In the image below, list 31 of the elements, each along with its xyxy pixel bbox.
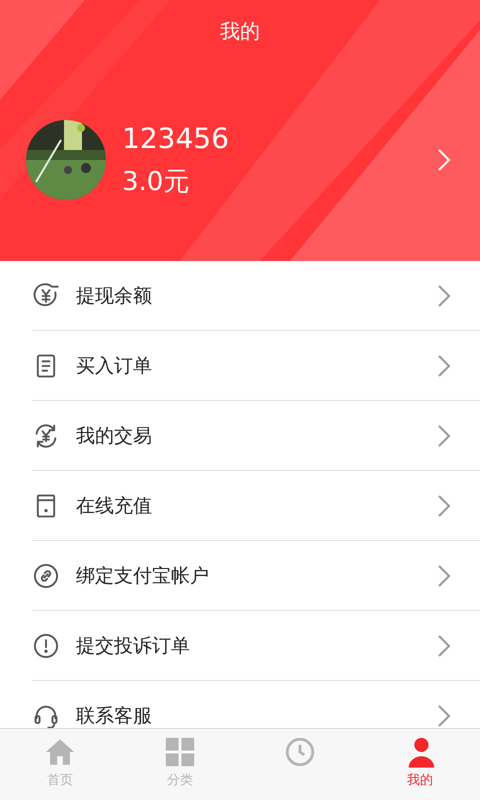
chevron-right-icon <box>436 703 452 728</box>
chevron-right-icon <box>436 493 452 519</box>
chevron-right-icon <box>436 147 452 173</box>
chevron-right-icon <box>436 423 452 449</box>
menu-item[interactable]: 我的交易 <box>0 401 480 471</box>
profile-row[interactable]: 123456 3.0元 <box>0 120 480 200</box>
balance: 3.0元 <box>122 166 190 199</box>
chevron-right-icon <box>436 563 452 589</box>
menu-item[interactable]: 提交投诉订单 <box>0 611 480 681</box>
chevron-right-icon <box>436 633 452 659</box>
chevron-right-icon <box>436 283 452 309</box>
alert-icon <box>32 632 60 660</box>
menu-label: 提交投诉订单 <box>76 634 191 659</box>
menu-label: 绑定支付宝帐户 <box>76 564 210 589</box>
username: 123456 <box>122 121 229 157</box>
menu-label: 提现余额 <box>76 284 153 309</box>
menu-item[interactable]: 联系客服 <box>0 681 480 728</box>
menu-label: 联系客服 <box>76 704 153 728</box>
menu-item[interactable]: 买入订单 <box>0 331 480 401</box>
menu-label: 我的交易 <box>76 424 153 449</box>
menu-item[interactable]: 提现余额 <box>0 261 480 331</box>
menu-label: 买入订单 <box>76 354 153 379</box>
menu-item[interactable]: 在线充值 <box>0 471 480 541</box>
page-title: 我的 <box>220 18 260 45</box>
chevron-right-icon <box>436 353 452 379</box>
link-icon <box>32 562 60 590</box>
menu-item[interactable]: 绑定支付宝帐户 <box>0 541 480 611</box>
nav-tab[interactable]: 我的 <box>360 729 480 800</box>
grid-icon <box>163 735 197 769</box>
circle-icon <box>283 735 317 769</box>
menu-label: 在线充值 <box>76 494 153 519</box>
